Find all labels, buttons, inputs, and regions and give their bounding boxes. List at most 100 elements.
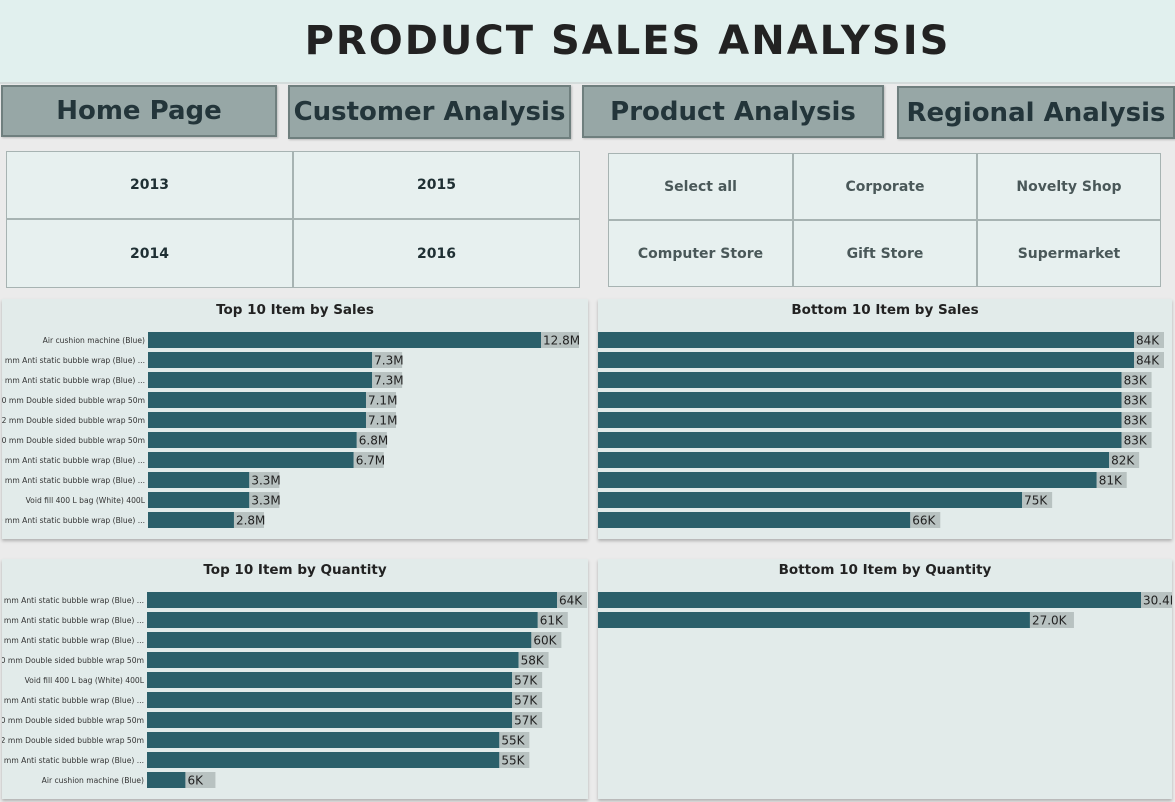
bar[interactable] bbox=[598, 512, 911, 528]
home-page-label: Home Page bbox=[56, 96, 222, 126]
category-label: 20 mm Anti static bubble wrap (Blue) ... bbox=[2, 696, 144, 705]
year-option-2014[interactable]: 2014 bbox=[6, 219, 293, 288]
bar[interactable] bbox=[148, 452, 354, 468]
bar[interactable] bbox=[598, 352, 1134, 368]
bar[interactable] bbox=[148, 512, 234, 528]
bar-chart-plot: Air cushion machine (Blue) 12.8M 32 mm Ant… bbox=[2, 332, 580, 528]
bar[interactable] bbox=[147, 692, 513, 708]
category-label: 32 mm Anti static bubble wrap (Blue) ... bbox=[2, 616, 144, 625]
bar[interactable] bbox=[147, 772, 186, 788]
shop-option-label: Novelty Shop bbox=[1016, 178, 1122, 195]
regional-analysis-button[interactable]: Regional Analysis bbox=[897, 86, 1175, 139]
bar[interactable] bbox=[598, 612, 1030, 628]
bar[interactable] bbox=[147, 592, 557, 608]
customer-analysis-label: Customer Analysis bbox=[293, 97, 566, 127]
year-option-label: 2015 bbox=[417, 177, 456, 193]
value-label: 6.7M bbox=[356, 454, 385, 468]
value-label: 75K bbox=[1024, 494, 1048, 508]
value-label: 81K bbox=[1099, 474, 1123, 488]
bar[interactable] bbox=[147, 732, 500, 748]
year-option-2013[interactable]: 2013 bbox=[6, 151, 293, 219]
value-label: 60K bbox=[533, 634, 557, 648]
customer-analysis-button[interactable]: Customer Analysis bbox=[288, 85, 571, 139]
bar[interactable] bbox=[598, 332, 1134, 348]
shop-option-label: Supermarket bbox=[1017, 245, 1121, 262]
bar[interactable] bbox=[598, 472, 1097, 488]
value-label: 3.3M bbox=[251, 494, 280, 508]
value-label: 84K bbox=[1136, 354, 1160, 368]
value-label: 61K bbox=[540, 614, 564, 628]
shop-option-novelty-shop[interactable]: Novelty Shop bbox=[977, 153, 1161, 220]
bar[interactable] bbox=[148, 492, 250, 508]
bar[interactable] bbox=[147, 752, 500, 768]
shop-option-label: Select all bbox=[664, 178, 737, 195]
category-label: 10 mm Anti static bubble wrap (Blue) ... bbox=[2, 596, 144, 605]
year-slicer: 2013 2015 2014 2016 bbox=[6, 151, 580, 288]
bar[interactable] bbox=[148, 352, 373, 368]
bar[interactable] bbox=[147, 712, 513, 728]
value-label: 7.3M bbox=[374, 354, 403, 368]
bar[interactable] bbox=[148, 372, 373, 388]
shop-option-corporate[interactable]: Corporate bbox=[793, 153, 977, 220]
category-label: 32 mm Double sided bubble wrap 50m bbox=[2, 416, 145, 425]
value-label: 84K bbox=[1136, 334, 1160, 348]
value-label: 3.3M bbox=[251, 474, 280, 488]
bar[interactable] bbox=[598, 412, 1122, 428]
bar[interactable] bbox=[147, 652, 519, 668]
category-label: 20 mm Anti static bubble wrap (Blue) ... bbox=[2, 516, 145, 525]
value-label: 27.0K bbox=[1032, 614, 1068, 628]
category-label: 20 mm Double sided bubble wrap 50m bbox=[2, 396, 145, 405]
home-page-button[interactable]: Home Page bbox=[1, 85, 277, 137]
value-label: 64K bbox=[559, 594, 583, 608]
value-label: 7.1M bbox=[368, 414, 397, 428]
bar-chart-plot: Developer joke mug ...84KDeveloper joke … bbox=[598, 332, 1164, 528]
value-label: 55K bbox=[501, 734, 525, 748]
category-label: 32 mm Anti static bubble wrap (Blue) ... bbox=[2, 356, 145, 365]
year-option-label: 2013 bbox=[130, 177, 169, 193]
bar[interactable] bbox=[147, 672, 513, 688]
regional-analysis-label: Regional Analysis bbox=[906, 97, 1166, 128]
bar[interactable] bbox=[148, 432, 357, 448]
shop-option-gift-store[interactable]: Gift Store bbox=[793, 220, 977, 287]
bar[interactable] bbox=[148, 392, 366, 408]
category-label: Void fill 400 L bag (White) 400L bbox=[26, 496, 146, 505]
bar[interactable] bbox=[147, 632, 532, 648]
value-label: 7.1M bbox=[368, 394, 397, 408]
bar[interactable] bbox=[598, 432, 1122, 448]
bar[interactable] bbox=[148, 332, 541, 348]
value-label: 55K bbox=[501, 754, 525, 768]
year-option-2015[interactable]: 2015 bbox=[293, 151, 580, 219]
category-label: 10 mm Anti static bubble wrap (Blue) ... bbox=[2, 376, 145, 385]
bar[interactable] bbox=[598, 452, 1110, 468]
page-title: PRODUCT SALES ANALYSIS bbox=[304, 18, 951, 64]
category-label: Void fill 400 L bag (White) 400L bbox=[25, 676, 145, 685]
bar[interactable] bbox=[148, 412, 366, 428]
bar-chart-plot: Packing knife with metal insert blade...… bbox=[598, 592, 1172, 628]
shop-option-select-all[interactable]: Select all bbox=[608, 153, 793, 220]
year-option-2016[interactable]: 2016 bbox=[293, 219, 580, 288]
year-option-label: 2016 bbox=[417, 245, 456, 262]
value-label: 83K bbox=[1124, 394, 1148, 408]
category-label: 10 mm Double sided bubble wrap 50m bbox=[2, 716, 144, 725]
shop-option-supermarket[interactable]: Supermarket bbox=[977, 220, 1161, 287]
product-analysis-label: Product Analysis bbox=[610, 96, 856, 127]
bar[interactable] bbox=[598, 492, 1023, 508]
product-analysis-button[interactable]: Product Analysis bbox=[582, 85, 884, 138]
bar[interactable] bbox=[598, 372, 1122, 388]
bar[interactable] bbox=[147, 612, 538, 628]
year-option-label: 2014 bbox=[130, 245, 169, 262]
bar-chart-plot: 10 mm Anti static bubble wrap (Blue) ...… bbox=[2, 592, 587, 788]
bar[interactable] bbox=[148, 472, 250, 488]
bar[interactable] bbox=[598, 592, 1141, 608]
category-label: 32 mm Anti static bubble wrap (Blue) ... bbox=[2, 476, 145, 485]
value-label: 2.8M bbox=[236, 514, 265, 528]
bar[interactable] bbox=[598, 392, 1122, 408]
value-label: 6K bbox=[187, 774, 204, 788]
category-label: Air cushion machine (Blue) bbox=[42, 776, 144, 785]
bottom-items-by-sales-chart: Bottom 10 Item by Sales Developer joke m… bbox=[598, 299, 1172, 539]
value-label: 6.8M bbox=[359, 434, 388, 448]
shop-option-label: Gift Store bbox=[846, 245, 924, 262]
bottom-items-by-quantity-chart: Bottom 10 Item by Quantity Packing knife… bbox=[598, 559, 1172, 799]
shop-option-computer-store[interactable]: Computer Store bbox=[608, 220, 793, 287]
value-label: 57K bbox=[514, 674, 538, 688]
